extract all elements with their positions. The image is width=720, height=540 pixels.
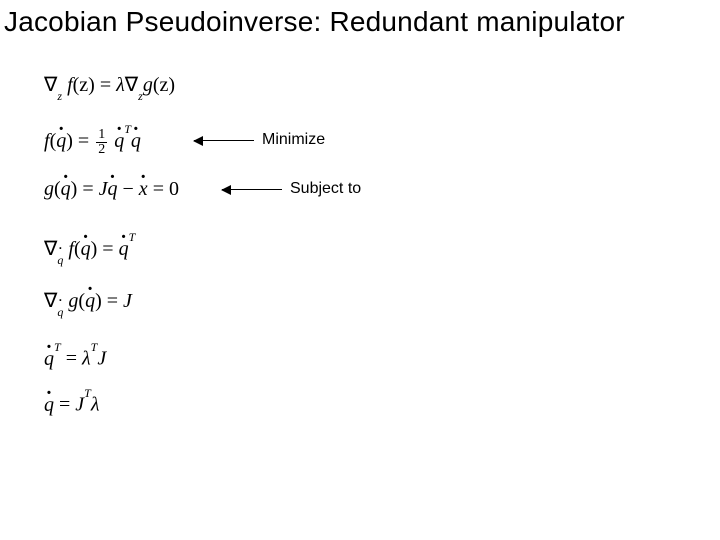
label-subject-to: Subject to bbox=[290, 180, 361, 198]
arrow-minimize bbox=[194, 140, 254, 141]
slide-title: Jacobian Pseudoinverse: Redundant manipu… bbox=[4, 6, 625, 38]
equation-qdot: q = JTλ bbox=[44, 392, 100, 417]
nabla-symbol: ∇ bbox=[44, 74, 57, 96]
equation-grad-g: ∇q g(q) = J bbox=[44, 288, 132, 316]
equation-grad-f: ∇q f(q) = qT bbox=[44, 236, 135, 264]
label-minimize: Minimize bbox=[262, 131, 325, 149]
equation-objective: f(q) = 12 qTq bbox=[44, 128, 141, 157]
arrow-subject-to bbox=[222, 189, 282, 190]
equation-qdot-transpose: qT = λTJ bbox=[44, 346, 106, 371]
equation-constraint: g(q) = Jq − x = 0 bbox=[44, 178, 179, 201]
equation-lagrange-condition: ∇z f(z) = λ∇zg(z) bbox=[44, 72, 175, 100]
